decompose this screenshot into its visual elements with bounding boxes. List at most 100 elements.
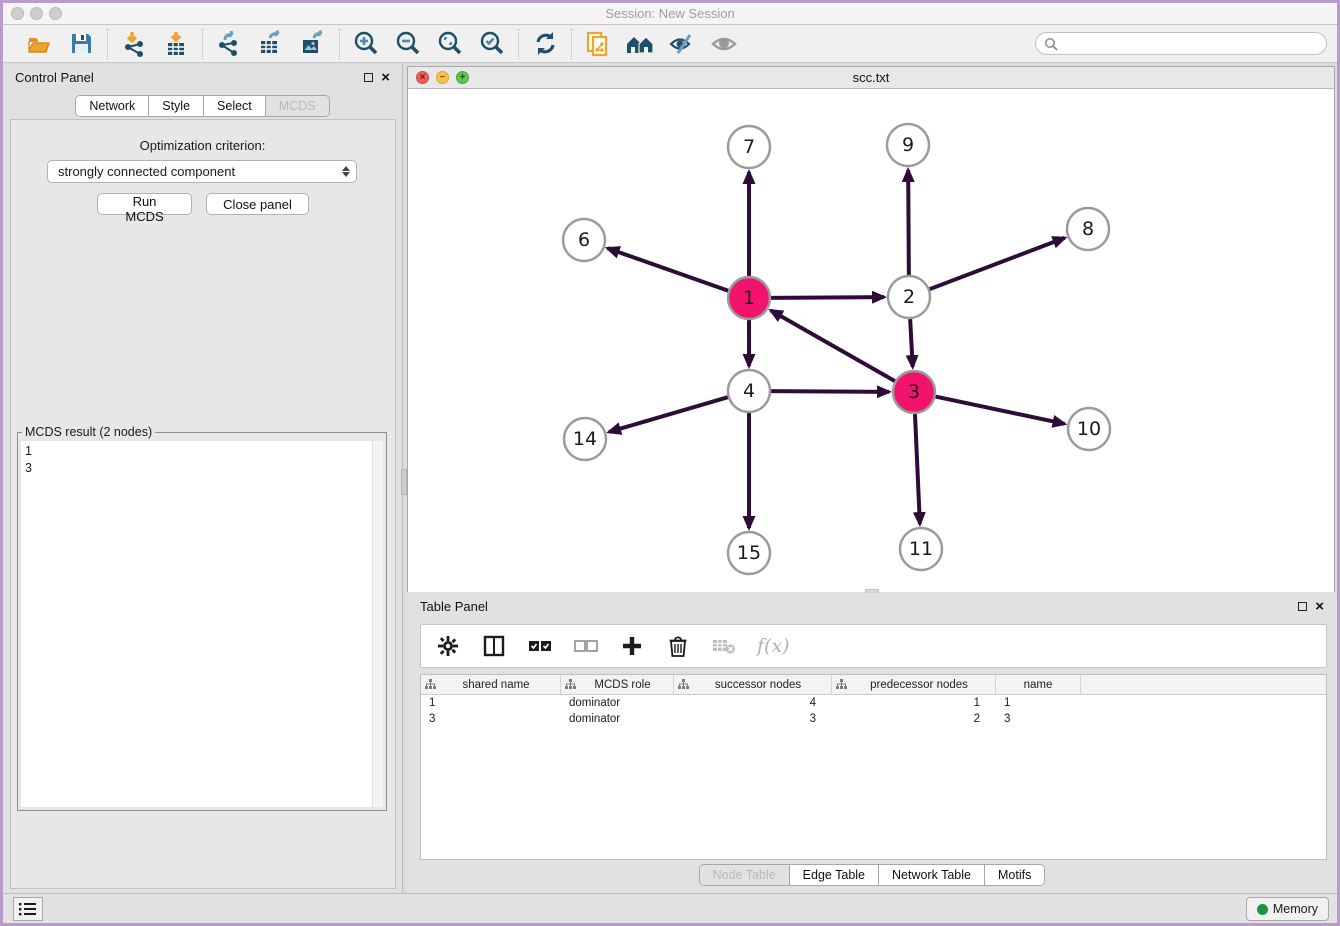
cell-predecessor-nodes[interactable]: 1 [832, 697, 996, 709]
tab-motifs[interactable]: Motifs [985, 865, 1044, 885]
optimization-criterion-dropdown[interactable]: strongly connected component [47, 160, 357, 183]
cell-shared-name[interactable]: 3 [421, 713, 561, 725]
graph-node-label-8: 8 [1082, 218, 1094, 240]
edge-3-10[interactable] [936, 397, 1065, 424]
graph-node-label-3: 3 [908, 381, 920, 403]
network-close-button[interactable]: × [416, 71, 429, 84]
tab-network[interactable]: Network [76, 96, 149, 116]
edge-3-1[interactable] [771, 310, 895, 381]
graph-node-label-7: 7 [743, 136, 755, 158]
edge-2-9[interactable] [908, 170, 909, 275]
mcds-result-text[interactable]: 1 3 [21, 441, 383, 807]
cell-shared-name[interactable]: 1 [421, 697, 561, 709]
graph-node-label-9: 9 [902, 134, 914, 156]
close-panel-button[interactable]: Close panel [206, 193, 309, 215]
network-maximize-button[interactable]: + [456, 71, 469, 84]
network-window-titlebar[interactable]: × − + scc.txt [408, 67, 1334, 89]
import-network-icon[interactable] [119, 29, 149, 59]
delete-column-icon[interactable] [665, 633, 691, 659]
hide-selected-icon[interactable] [667, 29, 697, 59]
table-toolbar: f(x) [420, 624, 1327, 668]
close-panel-icon[interactable]: × [381, 73, 390, 82]
column-type-icon [565, 679, 576, 690]
cell-successor-nodes[interactable]: 3 [674, 713, 832, 725]
zoom-fit-icon[interactable] [435, 29, 465, 59]
result-scrollbar[interactable] [372, 441, 383, 807]
column-header-shared-name[interactable]: shared name [421, 675, 561, 694]
cell-MCDS-role[interactable]: dominator [561, 697, 674, 709]
refresh-icon[interactable] [530, 29, 560, 59]
table-row[interactable]: 3dominator323 [421, 711, 1326, 727]
table-row[interactable]: 1dominator411 [421, 695, 1326, 711]
node-table[interactable]: shared nameMCDS rolesuccessor nodesprede… [420, 674, 1327, 860]
window-controls [11, 3, 62, 24]
memory-button[interactable]: Memory [1246, 897, 1329, 921]
export-network-icon[interactable] [214, 29, 244, 59]
export-image-icon[interactable] [298, 29, 328, 59]
edge-2-8[interactable] [930, 238, 1065, 289]
column-header-name[interactable]: name [996, 675, 1081, 694]
cell-predecessor-nodes[interactable]: 2 [832, 713, 996, 725]
network-canvas[interactable]: 7968124314101511 [408, 89, 1334, 592]
network-window-controls: × − + [416, 71, 469, 84]
tab-network-table[interactable]: Network Table [879, 865, 985, 885]
cell-name[interactable]: 1 [996, 697, 1081, 709]
network-graph[interactable]: 7968124314101511 [408, 89, 1334, 592]
tab-select[interactable]: Select [204, 96, 266, 116]
tab-node-table[interactable]: Node Table [700, 865, 790, 885]
graph-node-label-14: 14 [573, 428, 597, 450]
show-all-icon[interactable] [709, 29, 739, 59]
column-header-predecessor-nodes[interactable]: predecessor nodes [832, 675, 996, 694]
tab-style[interactable]: Style [149, 96, 204, 116]
cell-MCDS-role[interactable]: dominator [561, 713, 674, 725]
dropdown-value: strongly connected component [58, 164, 342, 179]
column-header-MCDS-role[interactable]: MCDS role [561, 675, 674, 694]
search-field[interactable] [1035, 32, 1327, 55]
float-panel-icon[interactable] [364, 73, 373, 82]
graph-node-label-15: 15 [737, 542, 761, 564]
optimization-criterion-label: Optimization criterion: [3, 138, 402, 153]
edge-3-11[interactable] [915, 414, 920, 524]
tab-edge-table[interactable]: Edge Table [790, 865, 879, 885]
maximize-window-button[interactable] [49, 7, 62, 20]
edge-4-3[interactable] [771, 391, 889, 392]
clone-network-icon[interactable] [583, 29, 613, 59]
task-history-button[interactable] [13, 897, 43, 921]
graph-node-label-6: 6 [578, 229, 590, 251]
edge-1-2[interactable] [771, 297, 884, 298]
status-bar: Memory [3, 893, 1337, 923]
zoom-selected-icon[interactable] [477, 29, 507, 59]
select-all-icon[interactable] [527, 633, 553, 659]
edge-4-14[interactable] [609, 397, 728, 432]
float-table-panel-icon[interactable] [1298, 602, 1307, 611]
open-file-icon[interactable] [24, 29, 54, 59]
add-column-icon[interactable] [619, 633, 645, 659]
close-table-panel-icon[interactable]: × [1315, 602, 1324, 611]
column-header-successor-nodes[interactable]: successor nodes [674, 675, 832, 694]
search-input[interactable] [1062, 37, 1318, 51]
import-table-icon[interactable] [161, 29, 191, 59]
table-settings-icon[interactable] [435, 633, 461, 659]
minimize-window-button[interactable] [30, 7, 43, 20]
tab-mcds[interactable]: MCDS [266, 96, 329, 116]
cell-name[interactable]: 3 [996, 713, 1081, 725]
graph-node-label-2: 2 [903, 286, 915, 308]
table-panel-tabs: Node TableEdge TableNetwork TableMotifs [407, 864, 1337, 886]
close-window-button[interactable] [11, 7, 24, 20]
edge-1-6[interactable] [608, 248, 729, 290]
application-window: Session: New Session [0, 0, 1340, 926]
memory-status-icon [1257, 904, 1268, 915]
first-neighbors-icon[interactable] [625, 29, 655, 59]
table-panel-title: Table Panel [420, 599, 488, 614]
column-view-icon[interactable] [481, 633, 507, 659]
save-session-icon[interactable] [66, 29, 96, 59]
deselect-all-icon[interactable] [573, 633, 599, 659]
zoom-out-icon[interactable] [393, 29, 423, 59]
edge-2-3[interactable] [910, 319, 913, 367]
run-mcds-button[interactable]: Run MCDS [97, 193, 192, 215]
zoom-in-icon[interactable] [351, 29, 381, 59]
window-title: Session: New Session [3, 6, 1337, 21]
cell-successor-nodes[interactable]: 4 [674, 697, 832, 709]
export-table-icon[interactable] [256, 29, 286, 59]
network-minimize-button[interactable]: − [436, 71, 449, 84]
